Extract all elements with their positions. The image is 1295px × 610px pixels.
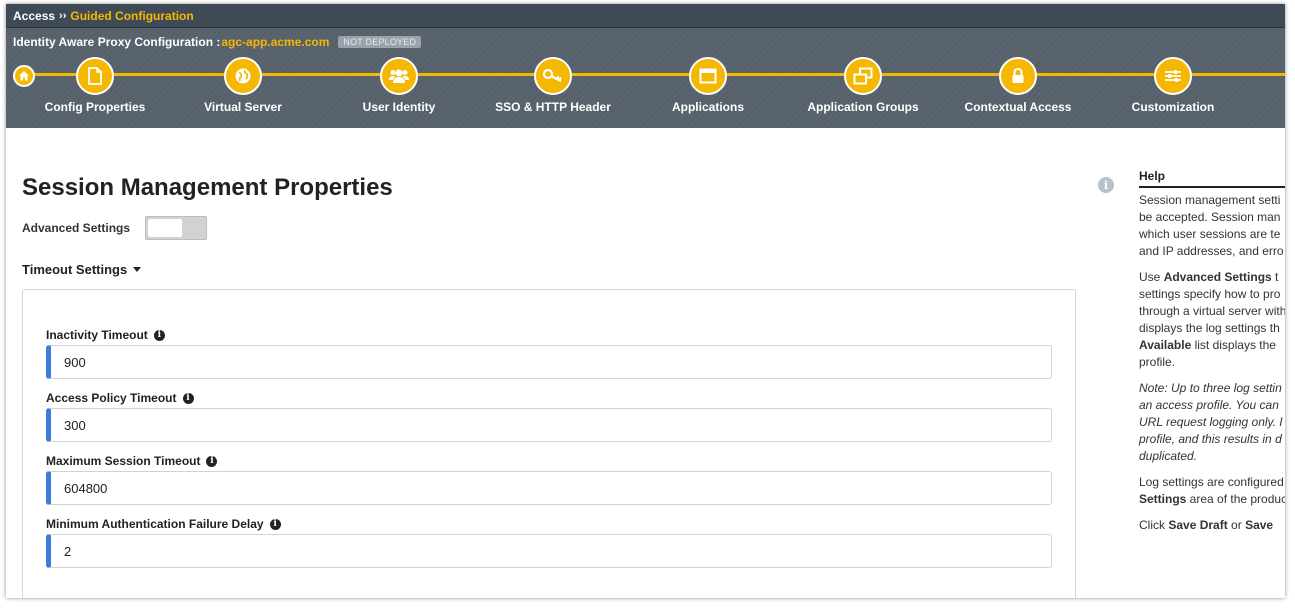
help-note: Note: Up to three log settin an access pr… bbox=[1139, 381, 1283, 463]
breadcrumb-root[interactable]: Access bbox=[13, 9, 55, 23]
min-auth-failure-delay-label: Minimum Authentication Failure Delay bbox=[46, 517, 264, 531]
maximum-session-timeout-field: Maximum Session Timeout i 604800 bbox=[46, 454, 1053, 505]
windows-group-icon bbox=[844, 57, 882, 95]
access-policy-timeout-field: Access Policy Timeout i 300 bbox=[46, 391, 1053, 442]
advanced-settings-row: Advanced Settings bbox=[22, 216, 1076, 240]
timeout-settings-header[interactable]: Timeout Settings bbox=[22, 262, 1076, 277]
help-paragraph: Session management setti be accepted. Ses… bbox=[1139, 193, 1284, 258]
sliders-icon bbox=[1154, 57, 1192, 95]
config-app-name: agc-app.acme.com bbox=[221, 35, 330, 49]
field-label: Minimum Authentication Failure Delay i bbox=[46, 517, 1053, 531]
wizard-step-applications[interactable]: Applications bbox=[633, 57, 783, 114]
config-wizard: Identity Aware Proxy Configuration : agc… bbox=[6, 28, 1285, 128]
lock-icon bbox=[999, 57, 1037, 95]
key-icon bbox=[534, 57, 572, 95]
wizard-step-label: Config Properties bbox=[44, 100, 146, 114]
config-label: Identity Aware Proxy Configuration : bbox=[13, 35, 221, 49]
section-title: Timeout Settings bbox=[22, 262, 128, 277]
inactivity-timeout-label: Inactivity Timeout bbox=[46, 328, 148, 342]
main-content: Session Management Properties Advanced S… bbox=[22, 174, 1076, 598]
wizard-step-label: Applications bbox=[671, 100, 744, 114]
wizard-step-sso-http-header[interactable]: SSO & HTTP Header bbox=[478, 57, 628, 114]
status-badge: NOT DEPLOYED bbox=[338, 36, 422, 48]
help-toggle-info-icon[interactable]: i bbox=[1098, 177, 1114, 193]
wizard-step-user-identity[interactable]: User Identity bbox=[324, 57, 474, 114]
info-icon[interactable]: i bbox=[153, 329, 165, 341]
field-label: Access Policy Timeout i bbox=[46, 391, 1053, 405]
min-auth-failure-delay-field: Minimum Authentication Failure Delay i 2 bbox=[46, 517, 1053, 568]
breadcrumb: Access ›› Guided Configuration bbox=[6, 4, 1285, 28]
wizard-step-label: Contextual Access bbox=[964, 100, 1072, 114]
globe-icon bbox=[224, 57, 262, 95]
maximum-session-timeout-label: Maximum Session Timeout bbox=[46, 454, 201, 468]
maximum-session-timeout-input[interactable]: 604800 bbox=[46, 471, 1052, 505]
page-title: Session Management Properties bbox=[22, 174, 393, 201]
field-label: Maximum Session Timeout i bbox=[46, 454, 1053, 468]
min-auth-failure-delay-input[interactable]: 2 bbox=[46, 534, 1052, 568]
wizard-step-application-groups[interactable]: Application Groups bbox=[788, 57, 938, 114]
wizard-step-contextual-access[interactable]: Contextual Access bbox=[943, 57, 1093, 114]
users-icon bbox=[380, 57, 418, 95]
timeout-settings-panel: Inactivity Timeout i 900 Access Policy Ti… bbox=[22, 289, 1076, 598]
app-frame: Access ›› Guided Configuration Identity … bbox=[6, 4, 1285, 598]
toggle-knob bbox=[148, 219, 183, 237]
window-icon bbox=[689, 57, 727, 95]
config-title: Identity Aware Proxy Configuration : agc… bbox=[13, 35, 422, 49]
wizard-step-virtual-server[interactable]: Virtual Server bbox=[168, 57, 318, 114]
help-paragraph: Use Advanced Settings t settings specify … bbox=[1139, 270, 1285, 369]
advanced-settings-label: Advanced Settings bbox=[22, 221, 131, 235]
help-title: Help bbox=[1139, 168, 1285, 188]
info-icon[interactable]: i bbox=[206, 455, 218, 467]
wizard-step-label: User Identity bbox=[362, 100, 436, 114]
advanced-settings-toggle[interactable] bbox=[145, 216, 208, 240]
help-paragraph: Click Save Draft or Save bbox=[1139, 518, 1274, 532]
breadcrumb-current: Guided Configuration bbox=[70, 8, 194, 23]
wizard-step-label: Customization bbox=[1131, 100, 1215, 114]
wizard-step-label: SSO & HTTP Header bbox=[495, 100, 611, 114]
help-paragraph: Log settings are configured Settings area… bbox=[1139, 475, 1285, 506]
wizard-step-customization[interactable]: Customization bbox=[1098, 57, 1248, 114]
help-panel: Help Session management setti be accepted… bbox=[1139, 168, 1285, 534]
access-policy-timeout-label: Access Policy Timeout bbox=[46, 391, 177, 405]
wizard-step-label: Application Groups bbox=[807, 100, 919, 114]
inactivity-timeout-field: Inactivity Timeout i 900 bbox=[46, 328, 1053, 379]
wizard-step-label: Se bbox=[1277, 100, 1285, 114]
document-icon bbox=[76, 57, 114, 95]
field-label: Inactivity Timeout i bbox=[46, 328, 1053, 342]
wizard-step-config-properties[interactable]: Config Properties bbox=[20, 57, 170, 114]
access-policy-timeout-input[interactable]: 300 bbox=[46, 408, 1052, 442]
inactivity-timeout-input[interactable]: 900 bbox=[46, 345, 1052, 379]
wizard-step-next[interactable]: Se bbox=[1277, 57, 1285, 114]
wizard-step-label: Virtual Server bbox=[204, 100, 282, 114]
caret-down-icon bbox=[133, 267, 142, 272]
info-icon[interactable]: i bbox=[182, 392, 194, 404]
info-icon[interactable]: i bbox=[269, 518, 281, 530]
breadcrumb-separator: ›› bbox=[59, 9, 67, 22]
